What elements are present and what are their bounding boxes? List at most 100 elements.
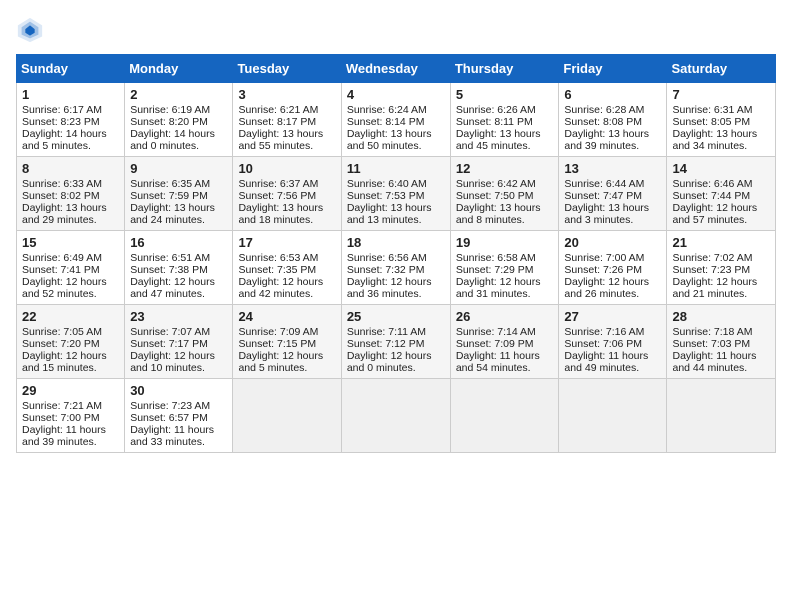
day-number: 12 [456,161,554,176]
calendar-cell: 24 Sunrise: 7:09 AM Sunset: 7:15 PM Dayl… [233,305,341,379]
sunset-label: Sunset: 7:44 PM [672,190,750,202]
day-number: 21 [672,235,770,250]
sunset-label: Sunset: 7:26 PM [564,264,642,276]
sunrise-label: Sunrise: 6:26 AM [456,104,536,116]
sunrise-label: Sunrise: 6:35 AM [130,178,210,190]
sunrise-label: Sunrise: 7:07 AM [130,326,210,338]
sunset-label: Sunset: 7:12 PM [347,338,425,350]
sunset-label: Sunset: 8:14 PM [347,116,425,128]
day-number: 5 [456,87,554,102]
day-number: 14 [672,161,770,176]
logo [16,16,48,44]
daylight-label: Daylight: 12 hours and 0 minutes. [347,350,432,374]
day-number: 6 [564,87,661,102]
daylight-label: Daylight: 12 hours and 42 minutes. [238,276,323,300]
sunrise-label: Sunrise: 7:09 AM [238,326,318,338]
sunrise-label: Sunrise: 7:11 AM [347,326,426,338]
sunrise-label: Sunrise: 6:51 AM [130,252,210,264]
sunset-label: Sunset: 7:29 PM [456,264,534,276]
calendar-cell: 23 Sunrise: 7:07 AM Sunset: 7:17 PM Dayl… [125,305,233,379]
daylight-label: Daylight: 13 hours and 13 minutes. [347,202,432,226]
daylight-label: Daylight: 13 hours and 39 minutes. [564,128,649,152]
daylight-label: Daylight: 13 hours and 18 minutes. [238,202,323,226]
day-number: 2 [130,87,227,102]
daylight-label: Daylight: 13 hours and 8 minutes. [456,202,541,226]
calendar-cell: 18 Sunrise: 6:56 AM Sunset: 7:32 PM Dayl… [341,231,450,305]
column-header-monday: Monday [125,55,233,83]
daylight-label: Daylight: 13 hours and 34 minutes. [672,128,757,152]
calendar-header-row: SundayMondayTuesdayWednesdayThursdayFrid… [17,55,776,83]
daylight-label: Daylight: 13 hours and 24 minutes. [130,202,215,226]
logo-icon [16,16,44,44]
calendar-cell: 12 Sunrise: 6:42 AM Sunset: 7:50 PM Dayl… [450,157,559,231]
calendar-cell: 7 Sunrise: 6:31 AM Sunset: 8:05 PM Dayli… [667,83,776,157]
calendar-cell [667,379,776,453]
sunset-label: Sunset: 7:35 PM [238,264,316,276]
day-number: 1 [22,87,119,102]
daylight-label: Daylight: 12 hours and 10 minutes. [130,350,215,374]
daylight-label: Daylight: 12 hours and 57 minutes. [672,202,757,226]
sunset-label: Sunset: 7:00 PM [22,412,100,424]
sunset-label: Sunset: 6:57 PM [130,412,208,424]
calendar-cell: 9 Sunrise: 6:35 AM Sunset: 7:59 PM Dayli… [125,157,233,231]
daylight-label: Daylight: 11 hours and 33 minutes. [130,424,214,448]
sunrise-label: Sunrise: 7:18 AM [672,326,752,338]
sunrise-label: Sunrise: 7:05 AM [22,326,102,338]
sunset-label: Sunset: 7:50 PM [456,190,534,202]
day-number: 15 [22,235,119,250]
sunrise-label: Sunrise: 7:23 AM [130,400,210,412]
calendar-cell: 15 Sunrise: 6:49 AM Sunset: 7:41 PM Dayl… [17,231,125,305]
day-number: 29 [22,383,119,398]
page-header [16,16,776,44]
sunrise-label: Sunrise: 6:44 AM [564,178,644,190]
calendar-table: SundayMondayTuesdayWednesdayThursdayFrid… [16,54,776,453]
sunset-label: Sunset: 7:53 PM [347,190,425,202]
calendar-cell [450,379,559,453]
sunrise-label: Sunrise: 6:56 AM [347,252,427,264]
sunset-label: Sunset: 8:23 PM [22,116,100,128]
daylight-label: Daylight: 12 hours and 5 minutes. [238,350,323,374]
daylight-label: Daylight: 12 hours and 21 minutes. [672,276,757,300]
sunset-label: Sunset: 8:11 PM [456,116,533,128]
sunrise-label: Sunrise: 7:16 AM [564,326,644,338]
day-number: 10 [238,161,335,176]
sunrise-label: Sunrise: 7:21 AM [22,400,102,412]
daylight-label: Daylight: 13 hours and 29 minutes. [22,202,107,226]
daylight-label: Daylight: 12 hours and 31 minutes. [456,276,541,300]
calendar-week-3: 15 Sunrise: 6:49 AM Sunset: 7:41 PM Dayl… [17,231,776,305]
calendar-cell: 22 Sunrise: 7:05 AM Sunset: 7:20 PM Dayl… [17,305,125,379]
sunrise-label: Sunrise: 6:42 AM [456,178,536,190]
calendar-cell: 20 Sunrise: 7:00 AM Sunset: 7:26 PM Dayl… [559,231,667,305]
day-number: 8 [22,161,119,176]
day-number: 30 [130,383,227,398]
sunset-label: Sunset: 7:32 PM [347,264,425,276]
day-number: 16 [130,235,227,250]
calendar-cell: 16 Sunrise: 6:51 AM Sunset: 7:38 PM Dayl… [125,231,233,305]
day-number: 17 [238,235,335,250]
daylight-label: Daylight: 12 hours and 26 minutes. [564,276,649,300]
calendar-cell: 1 Sunrise: 6:17 AM Sunset: 8:23 PM Dayli… [17,83,125,157]
calendar-cell: 13 Sunrise: 6:44 AM Sunset: 7:47 PM Dayl… [559,157,667,231]
sunset-label: Sunset: 7:09 PM [456,338,534,350]
day-number: 19 [456,235,554,250]
daylight-label: Daylight: 13 hours and 55 minutes. [238,128,323,152]
day-number: 24 [238,309,335,324]
calendar-cell: 30 Sunrise: 7:23 AM Sunset: 6:57 PM Dayl… [125,379,233,453]
column-header-wednesday: Wednesday [341,55,450,83]
calendar-cell: 10 Sunrise: 6:37 AM Sunset: 7:56 PM Dayl… [233,157,341,231]
sunrise-label: Sunrise: 7:00 AM [564,252,644,264]
sunset-label: Sunset: 8:08 PM [564,116,642,128]
column-header-friday: Friday [559,55,667,83]
calendar-cell [341,379,450,453]
sunrise-label: Sunrise: 6:24 AM [347,104,427,116]
sunset-label: Sunset: 8:05 PM [672,116,750,128]
calendar-cell: 21 Sunrise: 7:02 AM Sunset: 7:23 PM Dayl… [667,231,776,305]
column-header-thursday: Thursday [450,55,559,83]
sunrise-label: Sunrise: 6:49 AM [22,252,102,264]
calendar-cell: 17 Sunrise: 6:53 AM Sunset: 7:35 PM Dayl… [233,231,341,305]
daylight-label: Daylight: 11 hours and 49 minutes. [564,350,648,374]
daylight-label: Daylight: 12 hours and 47 minutes. [130,276,215,300]
daylight-label: Daylight: 13 hours and 50 minutes. [347,128,432,152]
calendar-week-5: 29 Sunrise: 7:21 AM Sunset: 7:00 PM Dayl… [17,379,776,453]
sunset-label: Sunset: 7:47 PM [564,190,642,202]
